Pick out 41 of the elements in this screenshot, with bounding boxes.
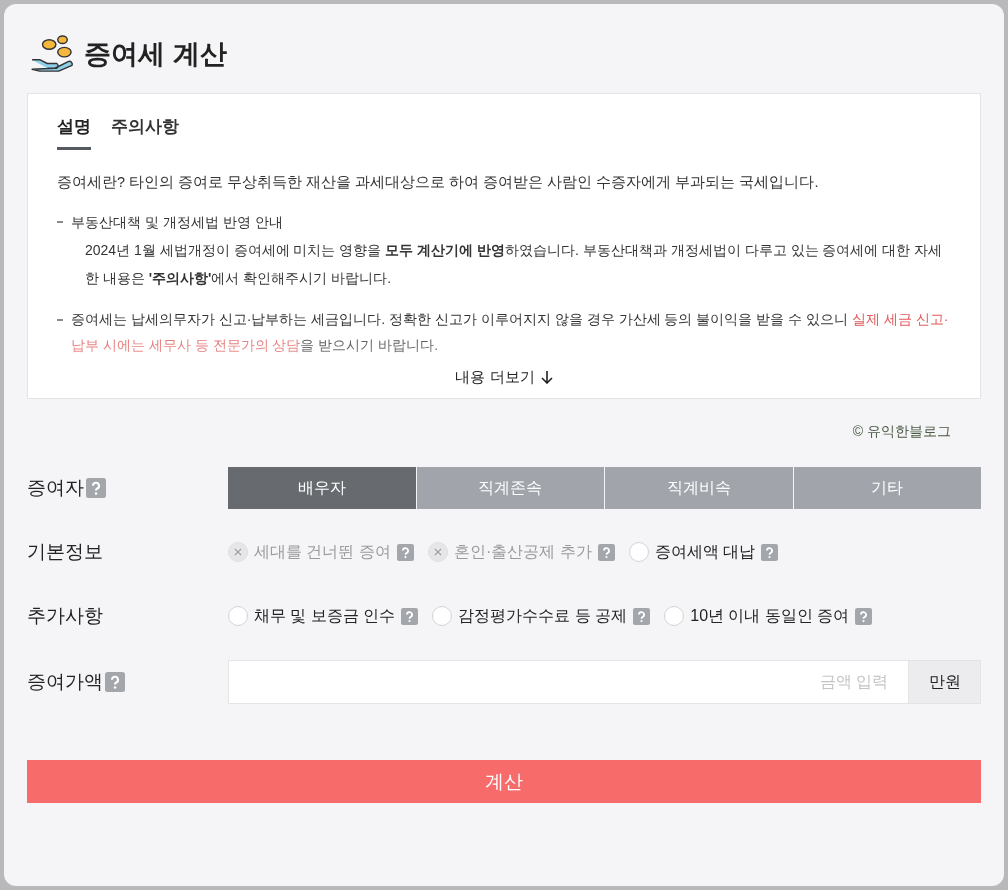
help-icon[interactable] — [396, 543, 414, 561]
option-label: 10년 이내 동일인 증여 — [690, 606, 850, 627]
cross-icon — [234, 548, 242, 557]
dash-icon — [57, 318, 63, 321]
cross-icon — [433, 548, 442, 557]
page-title: 증여세 계산 — [84, 38, 227, 71]
help-icon[interactable] — [633, 607, 651, 625]
help-icon[interactable] — [401, 607, 419, 625]
down-arrow-icon — [540, 370, 553, 384]
note-heading: 부동산대책 및 개정세법 반영 안내 — [71, 212, 283, 232]
checkbox[interactable] — [664, 606, 685, 627]
hand-with-coins-icon — [30, 35, 76, 74]
tab[interactable]: 설명 — [57, 113, 91, 150]
intro-text: 증여세란? 타인의 증여로 무상취득한 재산을 과세대상으로 하여 증여받은 사람인 수증자에게 부과되는 국세입니다. — [57, 173, 820, 192]
segment-option[interactable]: 배우자 — [228, 467, 416, 510]
option-label: 세대를 건너뛴 증여 — [254, 542, 391, 563]
option-label: 채무 및 보증금 인수 — [254, 606, 396, 627]
unit-label: 만원 — [909, 660, 981, 705]
help-icon[interactable] — [105, 672, 125, 693]
note-text: 증여세는 납세의무자가 신고·납부하는 세금입니다. 정확한 신고가 이루어지지 않을 경우 가산세 등의 불이익을 받을 수 있으니 실제 세금 신고·납부 시에는 세무사 등 전문가의 상담을 받으시기 바랍니다. — [71, 309, 950, 355]
checkbox[interactable] — [628, 542, 649, 563]
note-text: 2024년 1월 세법개정이 증여세에 미치는 영향을 모두 계산기에 반영하였습니다. 부동산대책과 개정세법이 다루고 있는 증여세에 대한 자세한 내용은 '주의사항'에서 확인해주시기 바랍니다. — [84, 240, 944, 288]
help-icon[interactable] — [855, 607, 873, 625]
row-label: 기본정보 — [27, 540, 103, 564]
option-label: 혼인·출산공제 추가 — [453, 542, 592, 563]
dash-icon — [57, 220, 63, 223]
help-icon[interactable] — [761, 543, 779, 561]
row-label: 추가사항 — [27, 604, 103, 628]
help-icon[interactable] — [597, 543, 615, 561]
option-label: 감정평가수수료 등 공제 — [458, 606, 628, 627]
amount-field[interactable]: 금액 입력 — [228, 660, 909, 705]
checkbox[interactable] — [228, 606, 248, 627]
tab[interactable]: 주의사항 — [111, 113, 179, 150]
row-label: 증여가액 — [27, 670, 103, 694]
checkbox[interactable] — [432, 606, 453, 627]
credit-text: © 유익한블로그 — [852, 422, 951, 442]
option-label: 증여세액 대납 — [654, 542, 756, 563]
more-button[interactable]: 내용 더보기 — [455, 365, 553, 389]
row-label: 증여자 — [27, 476, 84, 500]
calculate-button[interactable]: 계산 — [27, 760, 981, 804]
help-icon[interactable] — [86, 478, 106, 499]
